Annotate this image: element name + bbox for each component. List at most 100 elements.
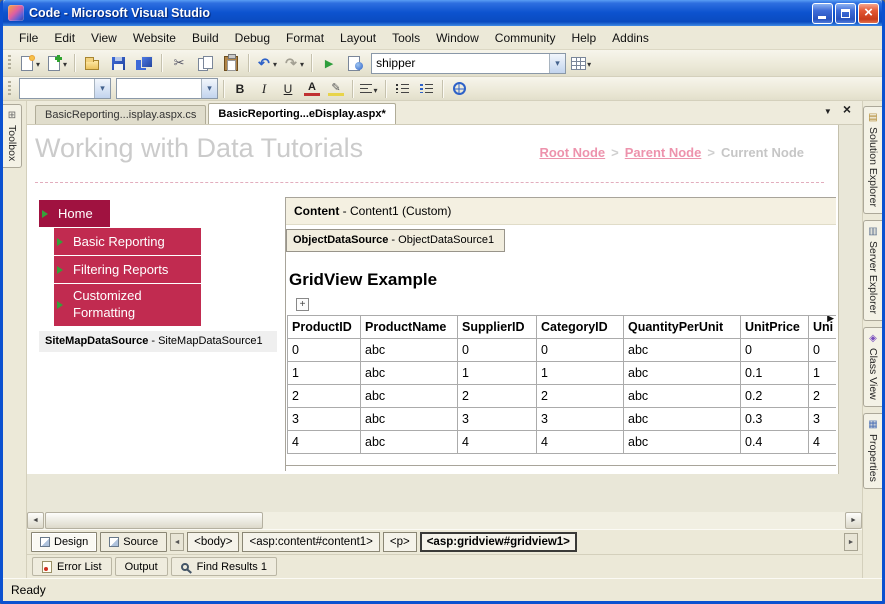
nav-item-customized-formatting[interactable]: Customized Formatting <box>54 284 201 326</box>
close-button[interactable] <box>858 2 879 24</box>
breadcrumb-root-link[interactable]: Root Node <box>539 145 605 160</box>
menu-format[interactable]: Format <box>278 28 332 48</box>
new-project-button[interactable] <box>17 52 42 74</box>
align-button[interactable] <box>358 79 380 99</box>
dropdown-arrow-icon <box>373 80 377 98</box>
numbered-list-button[interactable] <box>415 79 437 99</box>
design-page[interactable]: Working with Data Tutorials Root Node > … <box>27 125 839 474</box>
class-view-tab[interactable]: Class View <box>863 326 882 407</box>
combo-dropdown-icon[interactable] <box>94 79 110 98</box>
datasource-input[interactable] <box>372 56 550 70</box>
document-tab-active[interactable]: BasicReporting...eDisplay.aspx* <box>208 103 396 124</box>
font-input[interactable] <box>117 81 201 96</box>
menu-window[interactable]: Window <box>428 28 487 48</box>
toolbar-separator <box>248 54 250 72</box>
cut-button[interactable] <box>167 52 191 74</box>
toolbox-tab[interactable]: Toolbox <box>3 104 22 169</box>
find-results-tab[interactable]: Find Results 1 <box>170 557 277 576</box>
breadcrumb-parent-link[interactable]: Parent Node <box>625 145 702 160</box>
save-all-button[interactable] <box>132 52 156 74</box>
nav-item-filtering-reports[interactable]: Filtering Reports <box>54 256 201 283</box>
maximize-button[interactable] <box>835 2 856 24</box>
scrollbar-thumb[interactable] <box>45 512 263 529</box>
minimize-button[interactable] <box>812 2 833 24</box>
bold-button[interactable] <box>229 79 251 99</box>
content-placeholder-header[interactable]: Content - Content1 (Custom) <box>286 198 836 225</box>
menu-tools[interactable]: Tools <box>384 28 428 48</box>
error-list-tab[interactable]: Error List <box>32 557 112 576</box>
tag-asp-gridview[interactable]: <asp:gridview#gridview1> <box>419 532 577 552</box>
open-file-button[interactable] <box>80 52 104 74</box>
save-button[interactable] <box>106 52 130 74</box>
menu-build[interactable]: Build <box>184 28 227 48</box>
toolbar-grip[interactable] <box>8 55 11 71</box>
menu-help[interactable]: Help <box>563 28 604 48</box>
source-view-button[interactable]: Source <box>100 532 168 552</box>
scrollbar-track[interactable] <box>263 512 845 529</box>
gridview-control[interactable]: ProductID ProductName SupplierID Categor… <box>287 315 836 454</box>
horizontal-scrollbar[interactable] <box>27 512 862 529</box>
active-files-dropdown-icon[interactable] <box>824 101 832 119</box>
title-bar[interactable]: Code - Microsoft Visual Studio <box>3 0 882 26</box>
control-name: Content <box>294 204 340 218</box>
menu-website[interactable]: Website <box>125 28 184 48</box>
document-tab-inactive[interactable]: BasicReporting...isplay.aspx.cs <box>35 105 207 124</box>
tag-asp-content[interactable]: <asp:content#content1> <box>242 532 380 552</box>
menu-layout[interactable]: Layout <box>332 28 384 48</box>
menu-addins[interactable]: Addins <box>604 28 657 48</box>
menu-debug[interactable]: Debug <box>227 28 278 48</box>
font-combobox[interactable] <box>116 78 218 99</box>
combo-dropdown-icon[interactable] <box>549 53 566 73</box>
grid-cell: 3 <box>536 407 624 431</box>
data-toolbar-button[interactable] <box>568 52 593 74</box>
grid-cell: 3 <box>808 407 836 431</box>
menu-community[interactable]: Community <box>487 28 564 48</box>
tag-body[interactable]: <body> <box>187 532 240 552</box>
server-explorer-tab[interactable]: Server Explorer <box>863 219 882 321</box>
output-tab[interactable]: Output <box>114 557 168 576</box>
grid-cell: 4 <box>808 430 836 454</box>
undo-button[interactable] <box>254 52 279 74</box>
combo-dropdown-icon[interactable] <box>201 79 217 98</box>
grid-cell: abc <box>360 384 458 408</box>
close-document-icon[interactable] <box>843 101 851 119</box>
redo-button[interactable] <box>281 52 306 74</box>
font-color-button[interactable] <box>301 79 323 99</box>
sitemapdatasource-control[interactable]: SiteMapDataSource - SiteMapDataSource1 <box>39 331 277 352</box>
style-input[interactable] <box>20 81 94 96</box>
design-view-button[interactable]: Design <box>31 532 98 552</box>
menu-file[interactable]: File <box>11 28 46 48</box>
menu-view[interactable]: View <box>83 28 125 48</box>
datasource-combobox[interactable] <box>371 52 567 74</box>
grid-cell: 0.2 <box>740 384 809 408</box>
nav-item-basic-reporting[interactable]: Basic Reporting <box>54 228 201 255</box>
menu-edit[interactable]: Edit <box>46 28 83 48</box>
solution-explorer-label: Solution Explorer <box>867 127 879 207</box>
objectdatasource-control[interactable]: ObjectDataSource - ObjectDataSource1 <box>286 229 506 252</box>
underline-button[interactable] <box>277 79 299 99</box>
properties-tab[interactable]: Properties <box>863 412 882 489</box>
design-surface[interactable]: Working with Data Tutorials Root Node > … <box>27 125 862 512</box>
gridview-table[interactable]: ProductID ProductName SupplierID Categor… <box>287 315 836 454</box>
content-placeholder[interactable]: Content - Content1 (Custom) ObjectDataSo… <box>285 197 836 471</box>
solution-explorer-tab[interactable]: Solution Explorer <box>863 106 882 214</box>
add-new-item-button[interactable] <box>44 52 69 74</box>
start-debug-button[interactable] <box>317 52 341 74</box>
nav-arrow-icon <box>57 265 63 274</box>
paste-button[interactable] <box>219 52 243 74</box>
view-in-browser-button[interactable] <box>343 52 367 74</box>
bullet-list-button[interactable] <box>391 79 413 99</box>
tag-navigator-scroll-left-button[interactable] <box>170 533 185 551</box>
move-handle-icon[interactable] <box>296 298 309 311</box>
italic-button[interactable] <box>253 79 275 99</box>
scroll-right-button[interactable] <box>845 512 862 529</box>
hyperlink-button[interactable] <box>448 79 470 99</box>
toolbar-grip[interactable] <box>8 80 11 97</box>
tag-p[interactable]: <p> <box>382 532 417 552</box>
scroll-left-button[interactable] <box>27 512 44 529</box>
tag-navigator-scroll-right-button[interactable] <box>844 533 858 551</box>
copy-button[interactable] <box>193 52 217 74</box>
style-combobox[interactable] <box>19 78 111 99</box>
highlight-button[interactable] <box>325 79 347 99</box>
nav-item-home[interactable]: Home <box>39 200 110 227</box>
